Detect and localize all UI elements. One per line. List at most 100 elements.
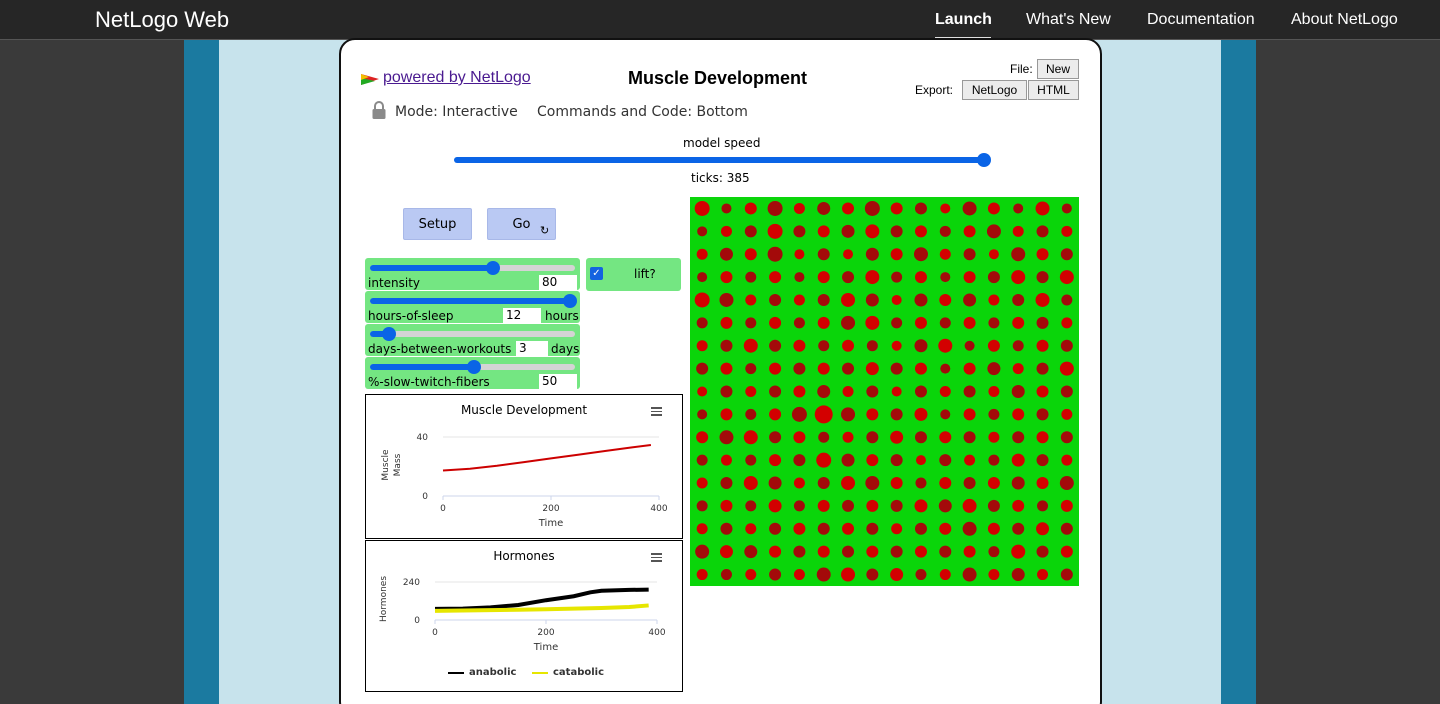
x-axis-label: Time bbox=[533, 642, 558, 653]
muscle-fiber bbox=[793, 339, 806, 352]
muscle-fiber bbox=[793, 522, 806, 535]
muscle-fiber bbox=[696, 340, 708, 352]
nav-about-netlogo[interactable]: About NetLogo bbox=[1291, 11, 1398, 29]
muscle-fiber bbox=[817, 248, 830, 261]
muscle-fiber bbox=[1011, 247, 1026, 262]
muscle-fiber bbox=[769, 316, 782, 329]
model-speed-thumb[interactable] bbox=[977, 153, 991, 167]
y-axis-label: Hormones bbox=[379, 576, 389, 622]
slider-hours-of-sleep[interactable]: hours-of-sleep 12 hours bbox=[365, 291, 580, 323]
muscle-fiber bbox=[962, 201, 977, 216]
muscle-fiber bbox=[1059, 270, 1074, 285]
muscle-fiber bbox=[697, 272, 708, 283]
muscle-fiber bbox=[891, 271, 903, 283]
muscle-fiber bbox=[767, 246, 783, 262]
muscle-fiber bbox=[720, 408, 733, 421]
muscle-fiber bbox=[915, 455, 926, 466]
muscle-fiber bbox=[890, 499, 903, 512]
powered-by-netlogo-link[interactable]: powered by NetLogo bbox=[360, 69, 531, 87]
muscle-fiber bbox=[1011, 476, 1025, 490]
muscle-fiber bbox=[793, 225, 806, 238]
mode-label[interactable]: Mode: Interactive bbox=[395, 104, 518, 120]
export-netlogo-button[interactable]: NetLogo bbox=[962, 80, 1027, 100]
model-speed-slider[interactable] bbox=[454, 157, 984, 163]
lock-icon[interactable] bbox=[372, 101, 386, 119]
muscle-fiber bbox=[963, 293, 977, 307]
muscle-fiber bbox=[939, 569, 951, 581]
y-tick-label: 0 bbox=[414, 616, 420, 626]
muscle-fiber bbox=[817, 293, 830, 306]
muscle-fiber bbox=[1061, 317, 1073, 329]
brand-title[interactable]: NetLogo Web bbox=[95, 7, 229, 33]
world-view[interactable] bbox=[690, 197, 1079, 586]
muscle-fiber bbox=[866, 340, 878, 352]
slider-slow-twitch-fibers[interactable]: %-slow-twitch-fibers 50 bbox=[365, 357, 580, 389]
muscle-fiber bbox=[696, 431, 709, 444]
slider-value[interactable]: 50 bbox=[539, 374, 577, 389]
muscle-fiber bbox=[816, 452, 832, 468]
legend-anabolic[interactable]: anabolic bbox=[469, 667, 516, 678]
slider-thumb[interactable] bbox=[563, 294, 577, 308]
muscle-fiber bbox=[768, 476, 782, 490]
world-view-canvas[interactable] bbox=[690, 197, 1079, 586]
commands-code-position[interactable]: Commands and Code: Bottom bbox=[537, 104, 748, 120]
muscle-fiber bbox=[816, 567, 831, 582]
slider-thumb[interactable] bbox=[382, 327, 396, 341]
plot-menu-icon[interactable] bbox=[651, 553, 662, 564]
muscle-fiber bbox=[842, 522, 855, 535]
y-axis-label: Muscle Mass bbox=[381, 449, 403, 481]
slider-track[interactable] bbox=[370, 331, 575, 337]
muscle-fiber bbox=[1036, 545, 1049, 558]
x-axis-label: Time bbox=[538, 518, 563, 529]
muscle-fiber bbox=[842, 499, 855, 512]
muscle-fiber bbox=[964, 340, 975, 351]
legend-catabolic[interactable]: catabolic bbox=[553, 667, 604, 678]
slider-thumb[interactable] bbox=[467, 360, 481, 374]
muscle-fiber bbox=[940, 203, 951, 214]
muscle-fiber bbox=[963, 362, 976, 375]
muscle-fiber bbox=[696, 477, 708, 489]
muscle-fiber bbox=[745, 500, 757, 512]
muscle-fiber bbox=[1060, 522, 1073, 535]
muscle-fiber bbox=[963, 248, 976, 261]
slider-value[interactable]: 80 bbox=[539, 275, 577, 290]
muscle-fiber bbox=[939, 477, 952, 490]
muscle-fiber bbox=[890, 202, 903, 215]
lift-checkbox[interactable]: ✓ bbox=[590, 267, 603, 280]
muscle-fiber bbox=[745, 294, 757, 306]
muscle-fiber bbox=[890, 408, 903, 421]
muscle-fiber bbox=[987, 477, 1000, 490]
muscle-fiber bbox=[794, 272, 805, 283]
slider-value[interactable]: 12 bbox=[503, 308, 541, 323]
plot-menu-icon[interactable] bbox=[651, 407, 662, 418]
slider-days-between-workouts[interactable]: days-between-workouts 3 days bbox=[365, 324, 580, 356]
export-html-button[interactable]: HTML bbox=[1028, 80, 1079, 100]
muscle-fiber bbox=[841, 476, 856, 491]
muscle-fiber bbox=[914, 545, 927, 558]
muscle-fiber bbox=[743, 476, 758, 491]
slider-track[interactable] bbox=[370, 265, 575, 271]
muscle-fiber bbox=[940, 363, 951, 374]
muscle-fiber bbox=[696, 500, 708, 512]
nav-launch[interactable]: Launch bbox=[935, 11, 992, 29]
new-button[interactable]: New bbox=[1037, 59, 1079, 79]
muscle-fiber bbox=[1035, 292, 1050, 307]
slider-thumb[interactable] bbox=[486, 261, 500, 275]
muscle-fiber bbox=[963, 408, 976, 421]
muscle-fiber bbox=[962, 498, 977, 513]
slider-units: hours bbox=[545, 309, 579, 323]
switch-label: lift? bbox=[634, 267, 656, 281]
muscle-fiber bbox=[842, 545, 855, 558]
slider-value[interactable]: 3 bbox=[516, 341, 548, 356]
nav-whats-new[interactable]: What's New bbox=[1026, 11, 1111, 29]
y-tick-label: 0 bbox=[422, 492, 428, 502]
slider-track[interactable] bbox=[370, 298, 575, 304]
muscle-fiber bbox=[866, 408, 879, 421]
slider-intensity[interactable]: intensity 80 bbox=[365, 258, 580, 290]
setup-button[interactable]: Setup bbox=[403, 208, 472, 240]
muscle-fiber bbox=[719, 545, 733, 559]
switch-lift[interactable]: ✓ lift? bbox=[586, 258, 681, 291]
nav-documentation[interactable]: Documentation bbox=[1147, 11, 1255, 29]
muscle-fiber bbox=[842, 386, 854, 397]
muscle-fiber bbox=[793, 545, 806, 558]
